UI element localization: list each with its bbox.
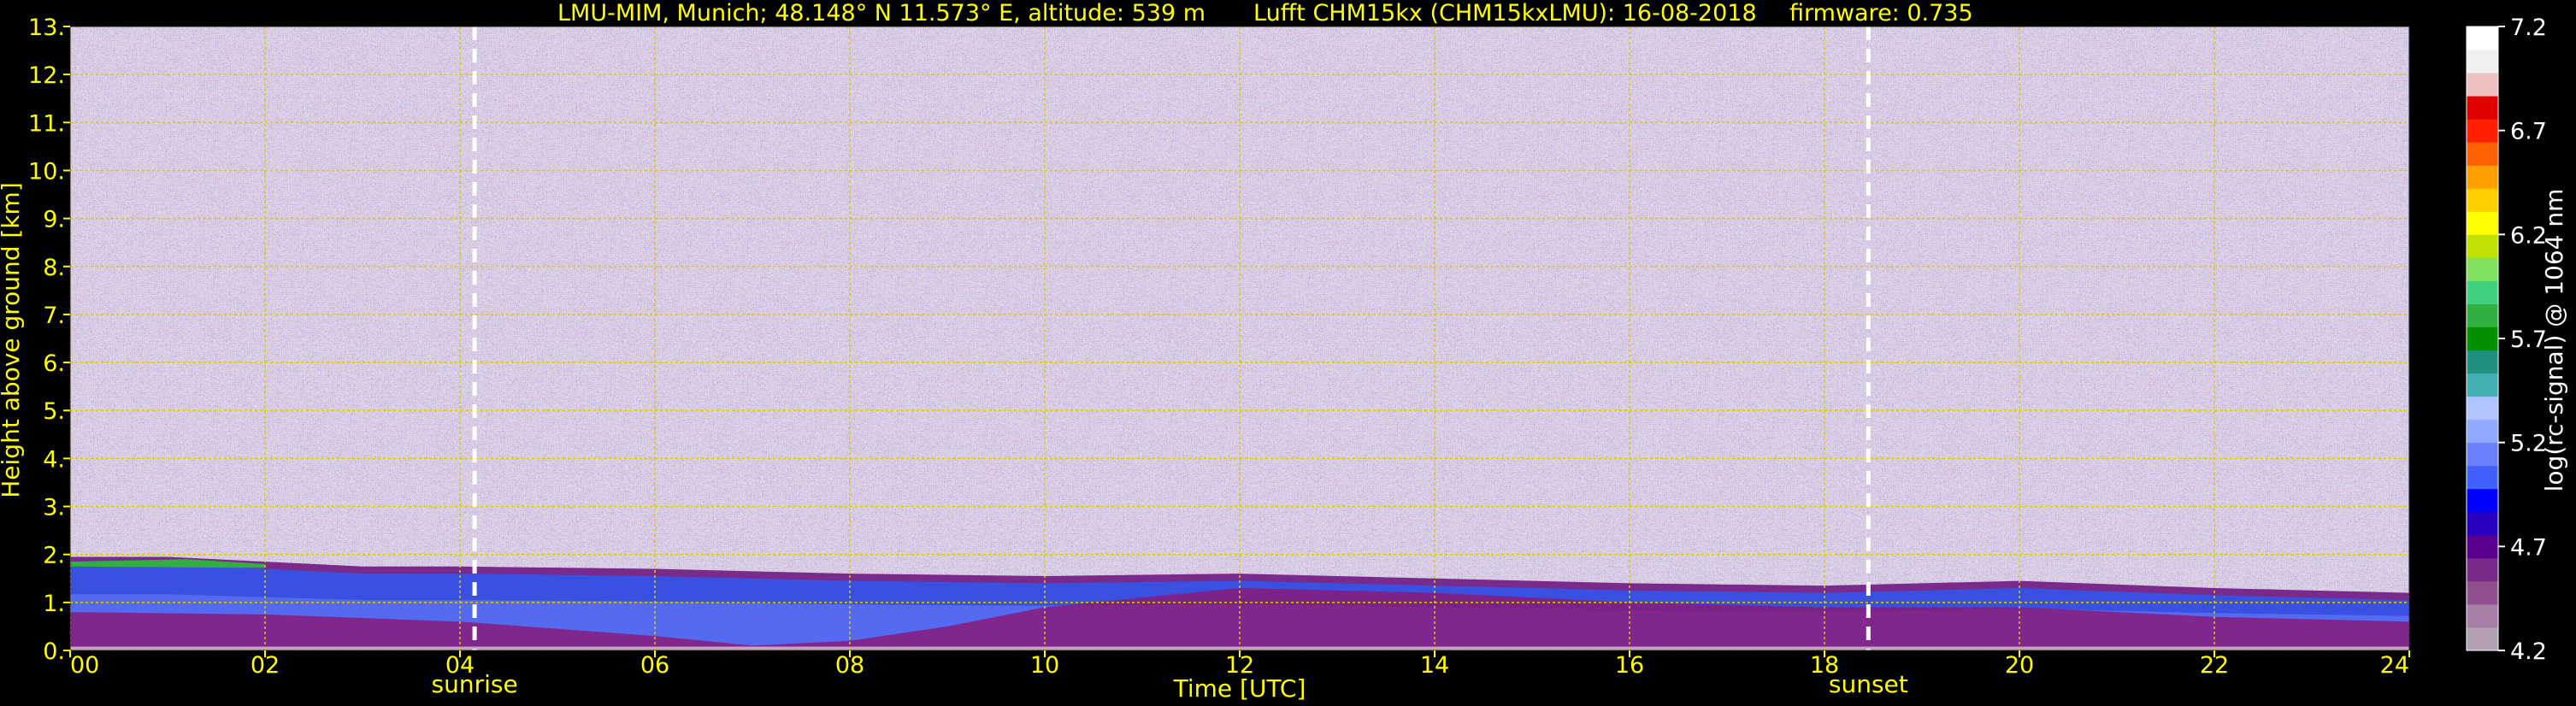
title-instrument: Lufft CHM15kx (CHM15kxLMU): 16-08-2018 — [1253, 0, 1757, 26]
colorbar-segment — [2467, 211, 2498, 235]
colorbar-segment — [2467, 511, 2498, 536]
title-firmware: firmware: 0.735 — [1789, 0, 1973, 26]
colorbar-segment — [2467, 627, 2498, 651]
x-tick-label: 14 — [1420, 652, 1449, 679]
ceilometer-chart: LMU-MIM, Munich; 48.148° N 11.573° E, al… — [0, 0, 2568, 703]
x-tick-label: 08 — [835, 652, 864, 679]
colorbar-segment — [2467, 557, 2498, 582]
colorbar-segment — [2467, 165, 2498, 189]
sunrise-label: sunrise — [432, 670, 518, 698]
colorbar-segment — [2467, 26, 2498, 50]
title-location: LMU-MIM, Munich; 48.148° N 11.573° E, al… — [557, 0, 1205, 26]
x-tick-label: 02 — [251, 652, 280, 679]
colorbar-segment — [2467, 257, 2498, 281]
y-tick-label: 3. — [43, 495, 65, 521]
colorbar-segment — [2467, 442, 2498, 467]
y-tick-label: 13. — [28, 15, 65, 41]
colorbar: 4.24.75.25.76.26.77.2 — [2466, 15, 2547, 665]
colorbar-segment — [2467, 234, 2498, 258]
chart-title: LMU-MIM, Munich; 48.148° N 11.573° E, al… — [557, 0, 1973, 26]
x-tick-label: 00 — [70, 652, 99, 679]
colorbar-tick-label: 4.7 — [2510, 534, 2547, 561]
y-tick-label: 7. — [43, 303, 65, 329]
y-axis-label: Height above ground [km] — [0, 182, 25, 498]
colorbar-segment — [2467, 419, 2498, 444]
colorbar-segment — [2467, 350, 2498, 374]
colorbar-label: log(rc-signal) @ 1064 nm — [2540, 189, 2568, 492]
colorbar-tick-label: 6.7 — [2510, 119, 2547, 145]
colorbar-segment — [2467, 142, 2498, 166]
colorbar-segment — [2467, 73, 2498, 97]
colorbar-segment — [2467, 119, 2498, 143]
colorbar-segment — [2467, 603, 2498, 628]
y-tick-label: 6. — [43, 350, 65, 377]
colorbar-segment — [2467, 50, 2498, 74]
colorbar-segment — [2467, 396, 2498, 421]
x-tick-label: 24 — [2380, 652, 2409, 679]
colorbar-segment — [2467, 488, 2498, 513]
sunset-label: sunset — [1829, 670, 1908, 698]
colorbar-segment — [2467, 373, 2498, 397]
x-tick-label: 10 — [1030, 652, 1059, 679]
x-tick-label: 22 — [2200, 652, 2229, 679]
plot-area — [70, 26, 2409, 650]
colorbar-segment — [2467, 188, 2498, 212]
colorbar-segment — [2467, 534, 2498, 559]
y-tick-label: 1. — [43, 591, 65, 617]
colorbar-segment — [2467, 580, 2498, 605]
x-tick-label: 16 — [1615, 652, 1644, 679]
y-tick-label: 12. — [28, 62, 65, 89]
colorbar-tick-label: 4.2 — [2510, 638, 2547, 665]
x-tick-label: 06 — [640, 652, 669, 679]
x-axis-label: Time [UTC] — [1173, 674, 1306, 703]
colorbar-tick-label: 7.2 — [2510, 15, 2547, 41]
y-tick-label: 0. — [43, 638, 65, 665]
y-tick-label: 9. — [43, 207, 65, 233]
x-tick-label: 20 — [2005, 652, 2034, 679]
colorbar-segment — [2467, 327, 2498, 351]
y-axis: 0. 1. 2. 3. 4. 5. 6. 7. 8. 9. 10. 11. 12. 13. — [28, 15, 70, 665]
colorbar-segment — [2467, 303, 2498, 327]
colorbar-segment — [2467, 280, 2498, 304]
y-tick-label: 8. — [43, 255, 65, 281]
y-tick-label: 4. — [43, 446, 65, 473]
y-tick-label: 11. — [28, 110, 65, 137]
colorbar-segment — [2467, 96, 2498, 120]
colorbar-segment — [2467, 465, 2498, 490]
y-tick-label: 5. — [43, 398, 65, 425]
y-tick-label: 10. — [28, 158, 65, 185]
y-tick-label: 2. — [43, 543, 65, 569]
